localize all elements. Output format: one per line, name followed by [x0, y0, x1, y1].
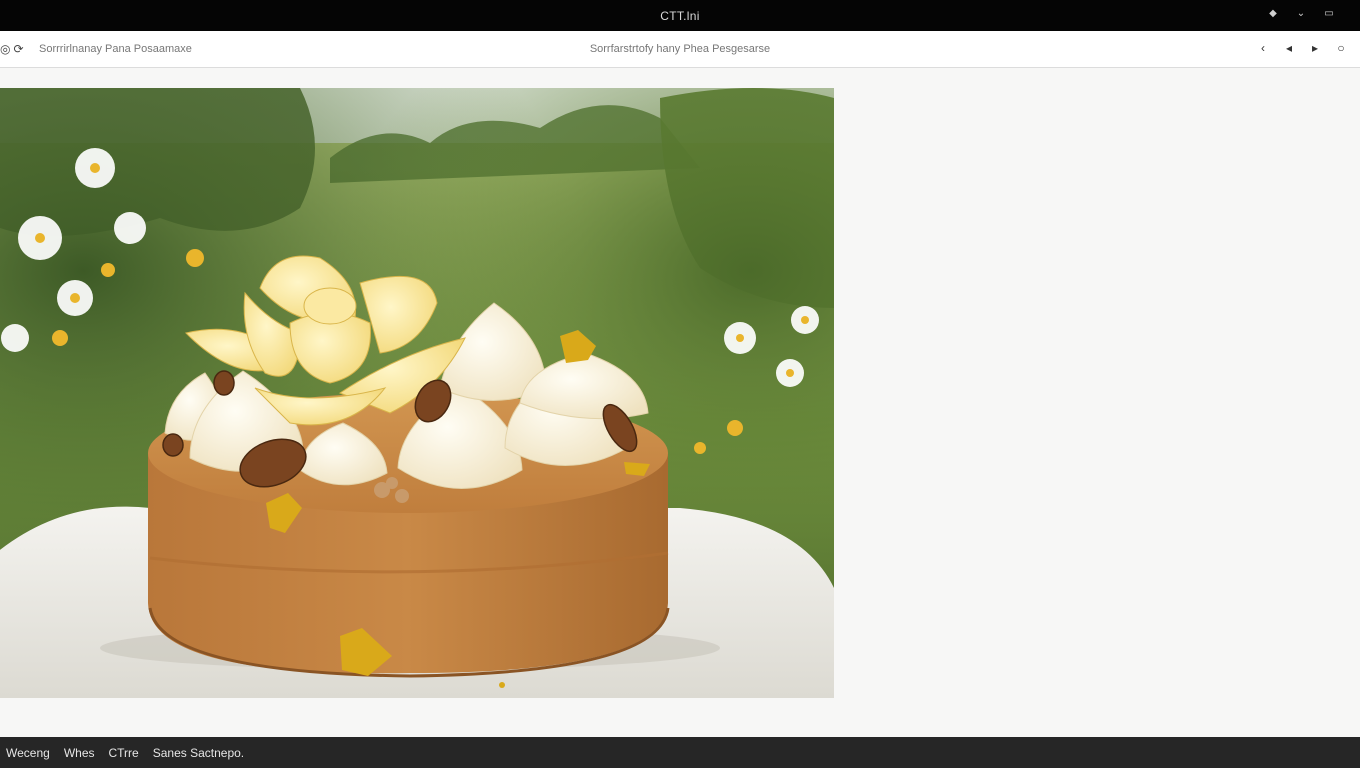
forward-icon[interactable]: ▸ — [1302, 41, 1328, 55]
status-item-4[interactable]: Sanes Sactnepo. — [153, 746, 244, 760]
window-title: CTT.lni — [660, 9, 700, 23]
title-bar: CTT.lni ◆ ⌄ ▭ — [0, 0, 1360, 31]
chevron-left-icon[interactable]: ‹ — [1250, 41, 1276, 55]
status-bar: Weceng Whes CTrre Sanes Sactnepo. — [0, 737, 1360, 768]
diamond-icon[interactable]: ◆ — [1266, 8, 1280, 19]
caramel-cake-photo — [0, 88, 834, 698]
window-controls: ◆ ⌄ ▭ — [1266, 8, 1336, 19]
back-icon[interactable]: ◂ — [1276, 41, 1302, 55]
image-viewer[interactable] — [0, 88, 834, 698]
document-title: Sorrfarstrtofy hany Phea Pesgesarse — [589, 43, 771, 55]
status-item-3[interactable]: CTrre — [109, 746, 139, 760]
status-items: Weceng Whes CTrre Sanes Sactnepo. — [6, 746, 244, 760]
navigation-controls: ‹ ◂ ▸ ○ — [1250, 41, 1354, 55]
status-item-2[interactable]: Whes — [64, 746, 95, 760]
minimize-icon[interactable]: ⌄ — [1294, 8, 1308, 19]
status-item-1[interactable]: Weceng — [6, 746, 50, 760]
circle-icon[interactable]: ○ — [1328, 41, 1354, 55]
restore-icon[interactable]: ▭ — [1322, 8, 1336, 19]
viewer-toolbar: ◎ ⟳ Sorrrirlnanay Pana Posaamaxe Sorrfar… — [0, 31, 1360, 68]
